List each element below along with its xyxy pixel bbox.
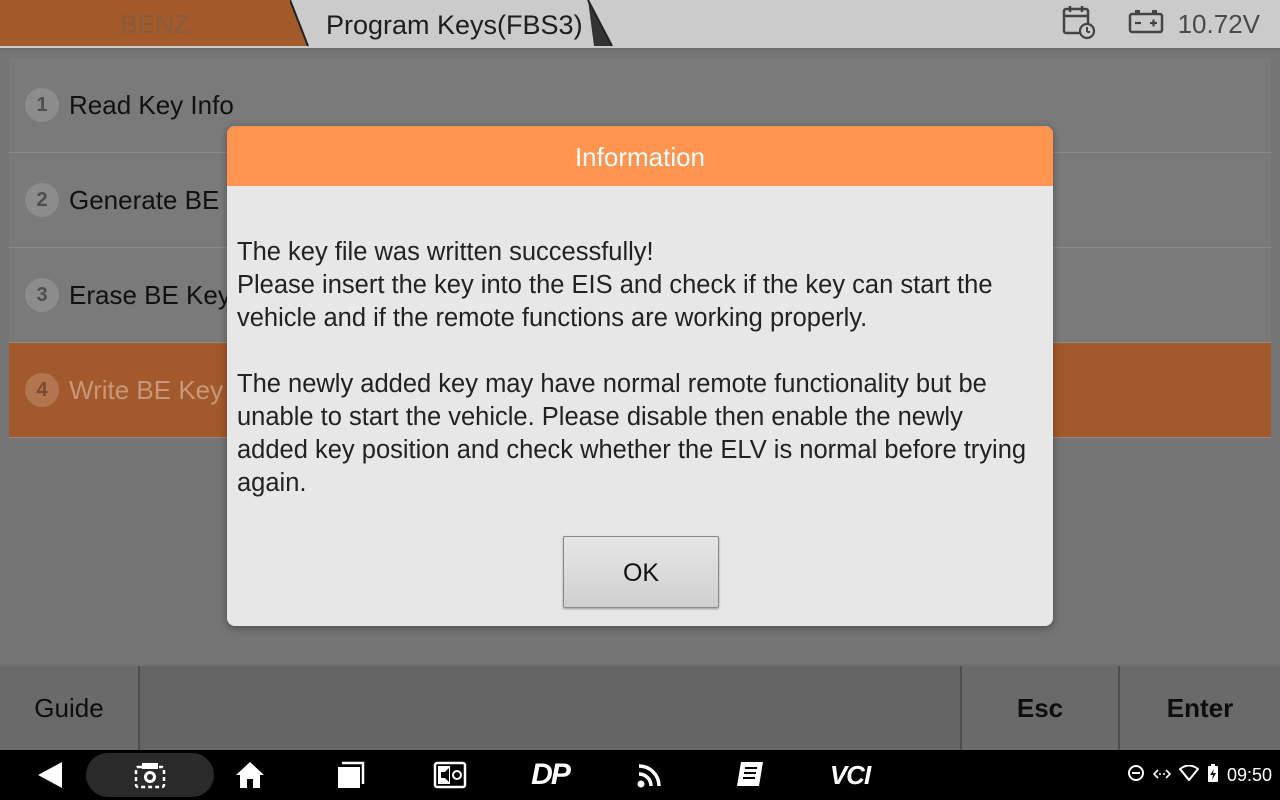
manual-icon[interactable]: [730, 750, 770, 800]
enter-button[interactable]: Enter: [1120, 666, 1280, 750]
ok-button[interactable]: OK: [563, 536, 719, 608]
information-dialog: Information The key file was written suc…: [227, 126, 1053, 626]
guide-button[interactable]: Guide: [0, 666, 140, 750]
function-tab-label: Program Keys(FBS3): [326, 10, 583, 40]
menu-item-number: 2: [25, 183, 59, 217]
vci-icon[interactable]: VCI: [822, 750, 878, 800]
header-bar: BENZ Program Keys(FBS3) 10.72V: [0, 0, 1280, 48]
dp-label: DP: [531, 758, 571, 791]
esc-button[interactable]: Esc: [962, 666, 1120, 750]
dp-icon[interactable]: DP: [522, 750, 578, 800]
dnd-icon: [1127, 764, 1145, 787]
menu-item-label: Erase BE Key I: [69, 280, 246, 310]
menu-item-label: Write BE Key D: [69, 375, 250, 405]
dialog-message-success: The key file was written successfully!: [237, 238, 654, 266]
dialog-title: Information: [227, 126, 1053, 186]
back-icon[interactable]: [30, 750, 70, 800]
dialog-message-instruction: Please insert the key into the EIS and c…: [237, 271, 993, 332]
menu-item-label: Generate BE K: [69, 185, 244, 215]
android-nav-bar: DP VCI 09:50: [0, 750, 1280, 800]
menu-item-label: Read Key Info: [69, 90, 234, 120]
calendar-clock-icon[interactable]: [1062, 4, 1096, 45]
vci-label: VCI: [829, 759, 871, 790]
data-sync-icon: [1152, 765, 1172, 786]
menu-item-number: 4: [25, 373, 59, 407]
wifi-icon: [1178, 764, 1200, 786]
brand-tab[interactable]: BENZ: [0, 0, 310, 48]
wireless-icon[interactable]: [630, 750, 670, 800]
function-tab[interactable]: Program Keys(FBS3): [290, 0, 620, 48]
system-status: 09:50: [1127, 750, 1272, 800]
dialog-message-warning: The newly added key may have normal remo…: [237, 370, 1027, 497]
dialog-message: The key file was written successfully! P…: [237, 236, 1037, 500]
clock: 09:50: [1226, 764, 1272, 785]
recents-icon[interactable]: [330, 750, 370, 800]
screenshot-icon[interactable]: [130, 750, 170, 800]
battery-charging-icon: [1207, 763, 1219, 788]
home-icon[interactable]: [230, 750, 270, 800]
battery-icon: [1128, 9, 1164, 40]
header-status: 10.72V: [1062, 0, 1260, 48]
menu-item-number: 1: [25, 88, 59, 122]
display-icon[interactable]: [430, 750, 470, 800]
menu-item-number: 3: [25, 278, 59, 312]
voltage-readout: 10.72V: [1177, 8, 1260, 39]
brand-tab-label: BENZ: [120, 9, 190, 39]
bottom-bar-spacer: [140, 666, 962, 750]
bottom-action-bar: Guide Esc Enter: [0, 666, 1280, 750]
